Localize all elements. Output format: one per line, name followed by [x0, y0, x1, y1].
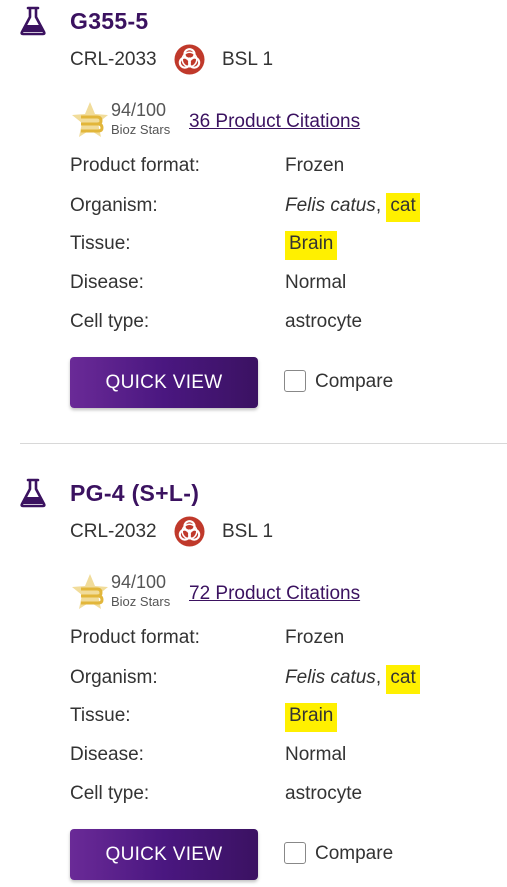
organism-common-highlight: cat [386, 193, 420, 222]
organism-value: Felis catus, cat [285, 665, 420, 694]
tissue-highlight: Brain [285, 703, 338, 732]
tissue-value: Brain [285, 703, 338, 732]
biosafety-level: BSL 1 [222, 49, 274, 70]
format-value: Frozen [285, 627, 345, 648]
compare-checkbox[interactable] [284, 370, 306, 392]
format-label: Product format: [70, 155, 200, 176]
quick-view-button[interactable]: QUICK VIEW [70, 357, 258, 408]
bioz-star-logo [72, 102, 108, 137]
product-title[interactable]: G355-5 [70, 6, 149, 36]
bioz-score: 94/100 [111, 100, 167, 120]
organism-separator: , [375, 667, 382, 688]
biosafety-level: BSL 1 [222, 521, 274, 542]
product-divider [20, 443, 507, 444]
flask-icon [20, 6, 46, 36]
organism-value: Felis catus, cat [285, 193, 420, 222]
tissue-label: Tissue: [70, 233, 131, 254]
cell-type-value: astrocyte [285, 311, 363, 332]
citations-link[interactable]: 36 Product Citations [189, 110, 360, 134]
disease-value: Normal [285, 272, 347, 293]
tissue-highlight: Brain [285, 231, 338, 260]
organism-label: Organism: [70, 667, 158, 688]
disease-value: Normal [285, 744, 347, 765]
flask-icon [20, 478, 46, 508]
citations-link[interactable]: 72 Product Citations [189, 582, 360, 606]
compare-checkbox[interactable] [284, 842, 306, 864]
catalog-number: CRL-2032 [70, 521, 157, 542]
organism-species: Felis catus [285, 667, 376, 688]
organism-separator: , [375, 195, 382, 216]
format-label: Product format: [70, 627, 200, 648]
biohazard-icon [174, 516, 205, 547]
disease-label: Disease: [70, 744, 144, 765]
organism-common-highlight: cat [386, 665, 420, 694]
organism-label: Organism: [70, 195, 158, 216]
organism-species: Felis catus [285, 195, 376, 216]
bioz-score-label: Bioz Stars [111, 594, 171, 609]
bioz-score-label: Bioz Stars [111, 122, 171, 137]
cell-type-label: Cell type: [70, 311, 150, 332]
cell-type-label: Cell type: [70, 783, 150, 804]
bioz-score: 94/100 [111, 572, 167, 592]
compare-label[interactable]: Compare [315, 842, 393, 866]
disease-label: Disease: [70, 272, 144, 293]
compare-label[interactable]: Compare [315, 370, 393, 394]
product-title[interactable]: PG-4 (S+L-) [70, 478, 199, 508]
quick-view-button[interactable]: QUICK VIEW [70, 829, 258, 880]
format-value: Frozen [285, 155, 345, 176]
biohazard-icon [174, 44, 205, 75]
tissue-label: Tissue: [70, 705, 131, 726]
catalog-number: CRL-2033 [70, 49, 157, 70]
tissue-value: Brain [285, 231, 338, 260]
cell-type-value: astrocyte [285, 783, 363, 804]
bioz-star-logo [72, 574, 108, 609]
